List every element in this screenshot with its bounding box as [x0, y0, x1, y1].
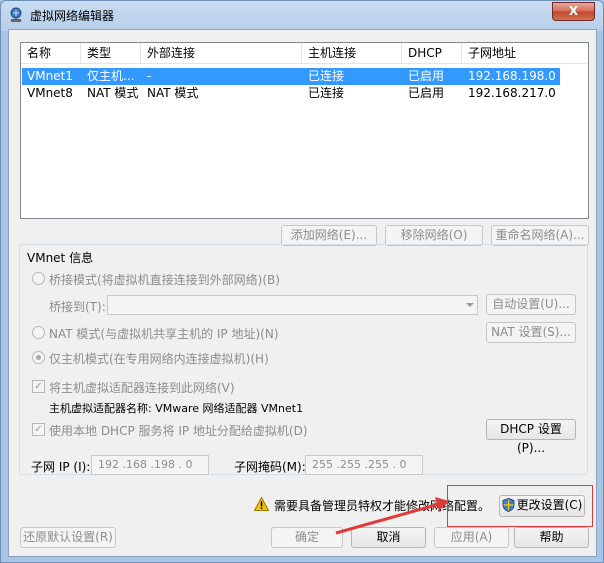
bridged-mode-label: 桥接模式(将虚拟机直接连接到外部网络)(B): [49, 273, 280, 287]
chevron-down-icon: [466, 303, 474, 307]
subnet-mask-label: 子网掩码(M):: [234, 460, 306, 474]
table-row[interactable]: VMnet1 仅主机... - 已连接 已启用 192.168.198.0: [22, 68, 560, 85]
cell-host: 已连接: [308, 69, 345, 83]
window-title: 虚拟网络编辑器: [30, 9, 115, 23]
host-only-mode-radio[interactable]: [32, 351, 45, 364]
restore-defaults-button[interactable]: 还原默认设置(R): [20, 527, 116, 548]
cell-type: 仅主机...: [87, 69, 135, 83]
bridged-to-label: 桥接到(T):: [49, 300, 106, 314]
table-row[interactable]: VMnet8 NAT 模式 NAT 模式 已连接 已启用 192.168.217…: [22, 85, 560, 102]
bridged-to-select[interactable]: [107, 295, 478, 315]
cell-subnet: 192.168.198.0: [468, 69, 556, 83]
column-host[interactable]: 主机连接: [302, 43, 402, 64]
cell-external: NAT 模式: [147, 86, 199, 100]
cell-external: -: [147, 69, 152, 83]
nat-mode-radio[interactable]: [32, 326, 45, 339]
host-only-mode-label: 仅主机模式(在专用网络内连接虚拟机)(H): [49, 352, 269, 366]
warning-icon: [254, 497, 269, 511]
auto-settings-button[interactable]: 自动设置(U)...: [486, 294, 576, 315]
column-type[interactable]: 类型: [81, 43, 141, 64]
dhcp-label: 使用本地 DHCP 服务将 IP 地址分配给虚拟机(D): [49, 424, 308, 438]
column-name[interactable]: 名称: [21, 43, 81, 64]
help-button[interactable]: 帮助: [514, 527, 589, 548]
network-app-icon: [10, 7, 22, 22]
cell-dhcp: 已启用: [408, 69, 445, 83]
remove-network-button[interactable]: 移除网络(O): [385, 225, 483, 246]
cell-subnet: 192.168.217.0: [468, 86, 556, 100]
rename-network-button[interactable]: 重命名网络(A)...: [491, 225, 589, 246]
nat-mode-label: NAT 模式(与虚拟机共享主机的 IP 地址)(N): [49, 327, 279, 341]
cell-host: 已连接: [308, 86, 345, 100]
dhcp-checkbox[interactable]: ✓: [32, 423, 45, 436]
title-bar[interactable]: 虚拟网络编辑器 X: [1, 1, 603, 29]
cell-name: VMnet8: [27, 86, 73, 100]
add-network-button[interactable]: 添加网络(E)...: [281, 225, 377, 246]
subnet-ip-label: 子网 IP (I):: [31, 460, 91, 474]
dhcp-settings-button[interactable]: DHCP 设置(P)...: [486, 419, 576, 455]
network-list[interactable]: 名称 类型 外部连接 主机连接 DHCP 子网地址 VMnet1 仅主机... …: [20, 42, 589, 219]
nat-settings-button[interactable]: NAT 设置(S)...: [486, 322, 576, 343]
close-button[interactable]: X: [552, 2, 595, 21]
subnet-ip-field[interactable]: 192 .168 .198 . 0: [91, 455, 209, 475]
cell-name: VMnet1: [27, 69, 73, 83]
annotation-arrow-icon: [335, 497, 449, 535]
list-header: 名称 类型 外部连接 主机连接 DHCP 子网地址: [21, 43, 588, 64]
cell-type: NAT 模式: [87, 86, 139, 100]
cell-dhcp: 已启用: [408, 86, 445, 100]
column-external[interactable]: 外部连接: [141, 43, 302, 64]
column-subnet[interactable]: 子网地址: [462, 43, 562, 64]
dialog-body: 名称 类型 外部连接 主机连接 DHCP 子网地址 VMnet1 仅主机... …: [8, 29, 597, 557]
connect-adapter-checkbox[interactable]: ✓: [32, 380, 45, 393]
subnet-mask-field[interactable]: 255 .255 .255 . 0: [305, 455, 423, 475]
connect-adapter-label: 将主机虚拟适配器连接到此网络(V): [49, 381, 235, 395]
bridged-mode-radio[interactable]: [32, 272, 45, 285]
annotation-highlight-box: [447, 485, 593, 527]
adapter-name-label: 主机虚拟适配器名称: VMware 网络适配器 VMnet1: [49, 402, 304, 415]
vmnet-info-title: VMnet 信息: [25, 249, 96, 266]
column-dhcp[interactable]: DHCP: [402, 43, 462, 64]
dialog-window: 虚拟网络编辑器 X 名称 类型 外部连接 主机连接 DHCP 子网地址 VMne…: [0, 0, 604, 563]
